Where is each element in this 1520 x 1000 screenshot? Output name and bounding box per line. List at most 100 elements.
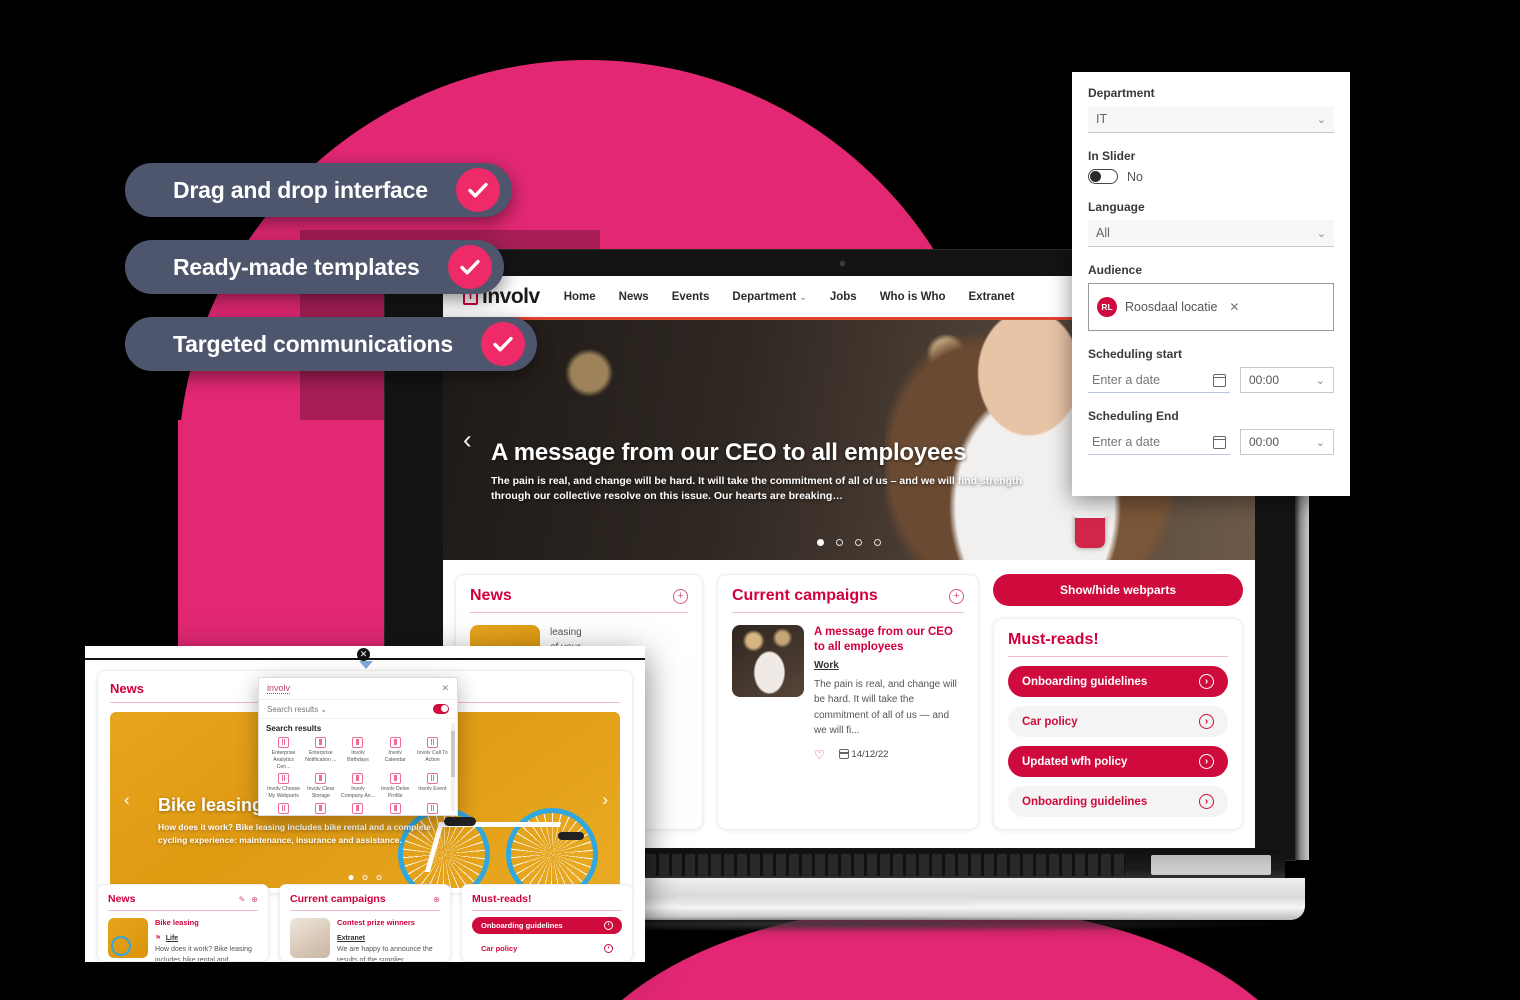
- news-item-line-1: leasing: [550, 627, 582, 638]
- search-result-item[interactable]: Involv Choose My Webparts: [266, 773, 301, 800]
- hero-subtitle: The pain is real, and change will be har…: [491, 474, 1022, 502]
- mustread-item-label: Onboarding guidelines: [1022, 795, 1148, 808]
- webpart-icon: [315, 773, 327, 785]
- calendar-icon[interactable]: [1213, 373, 1226, 387]
- in-slider-toggle[interactable]: [1088, 169, 1118, 184]
- search-results-scrollbar[interactable]: [451, 723, 455, 811]
- plus-circle-icon[interactable]: +: [673, 588, 688, 604]
- chevron-right-circle-icon: ›: [1199, 714, 1214, 729]
- editor-banner-dot-3[interactable]: [376, 875, 382, 880]
- strip-campaign-item[interactable]: Contest prize winners Extranet We are ha…: [290, 918, 440, 961]
- search-input-row[interactable]: involv ✕: [259, 678, 457, 700]
- screenshot-stage: i involv Home News Events Department ⌄ Jo…: [0, 0, 1520, 1000]
- search-scope-dropdown[interactable]: Search results ⌄: [267, 705, 327, 714]
- plus-circle-icon[interactable]: ⊕: [433, 895, 440, 904]
- search-result-item[interactable]: Involv Company An...: [340, 773, 375, 800]
- search-result-item[interactable]: Involv Events: [303, 802, 338, 815]
- campaign-item-tag[interactable]: Work: [814, 660, 839, 671]
- search-result-item[interactable]: Involv Calendar: [378, 737, 413, 770]
- mustreads-webpart: Must-reads! Onboarding guidelines › Car …: [993, 618, 1243, 830]
- campaign-item-body-text: The pain is real, and change will be har…: [814, 678, 957, 737]
- scheduling-start-label: Scheduling start: [1088, 347, 1183, 361]
- scheduling-end-time-select[interactable]: 00:00 ⌄: [1240, 429, 1334, 455]
- news-webpart-header: News +: [470, 587, 688, 613]
- strip-news-actions: ✎ ⊕: [239, 895, 258, 904]
- nav-item-news[interactable]: News: [619, 291, 649, 303]
- strip-mustread-item[interactable]: Car policy ›: [472, 940, 622, 957]
- search-results-title: Search results: [266, 724, 322, 733]
- campaign-item[interactable]: A message from our CEO to all employees …: [732, 625, 964, 762]
- audience-picker[interactable]: RL Roosdaal locatie ✕: [1088, 283, 1334, 331]
- language-value: All: [1096, 226, 1110, 240]
- search-result-item[interactable]: Enterprise Notification ...: [303, 737, 338, 770]
- nav-item-home[interactable]: Home: [564, 291, 596, 303]
- search-result-item[interactable]: Involv Follow Sites: [378, 802, 413, 815]
- search-result-item[interactable]: Involv Delve Profile: [378, 773, 413, 800]
- search-input[interactable]: involv: [267, 683, 291, 694]
- search-result-item[interactable]: Involv Event Registration: [266, 802, 301, 815]
- audience-chip-name: Roosdaal locatie: [1125, 300, 1218, 314]
- search-result-item[interactable]: Involv Follow and Sites: [415, 802, 450, 815]
- strip-news-item-tag[interactable]: Life: [166, 935, 178, 942]
- check-icon: [455, 168, 500, 212]
- view-toggle-icon[interactable]: [433, 704, 449, 714]
- search-result-item[interactable]: Involv Birthdays: [340, 737, 375, 770]
- nav-item-department[interactable]: Department ⌄: [732, 291, 806, 303]
- webpart-icon: [352, 802, 364, 814]
- webpart-icon: [352, 773, 364, 785]
- close-icon[interactable]: ✕: [441, 683, 449, 694]
- nav-item-who-is-who[interactable]: Who is Who: [880, 291, 946, 303]
- hero-prev-arrow[interactable]: ‹: [463, 425, 472, 456]
- hero-dot-2[interactable]: [836, 539, 843, 546]
- campaign-item-thumbnail: [732, 625, 804, 697]
- hero-dot-1[interactable]: [817, 539, 824, 546]
- mustread-item[interactable]: Car policy ›: [1008, 706, 1228, 737]
- search-result-item[interactable]: Enterprise Analytics Cen...: [266, 737, 301, 770]
- search-result-item[interactable]: Involv Call To Action: [415, 737, 450, 770]
- mustread-item[interactable]: Updated wfh policy ›: [1008, 746, 1228, 777]
- plus-circle-icon[interactable]: ⊕: [251, 895, 258, 904]
- webpart-icon: [352, 737, 364, 748]
- strip-mustread-item[interactable]: Onboarding guidelines ›: [472, 917, 622, 934]
- mustread-item-label: Onboarding guidelines: [1022, 675, 1148, 688]
- show-hide-webparts-button[interactable]: Show/hide webparts: [993, 574, 1243, 606]
- editor-banner-next-arrow[interactable]: ›: [602, 790, 608, 810]
- department-select[interactable]: IT ⌄: [1088, 106, 1334, 133]
- mustread-item[interactable]: Onboarding guidelines ›: [1008, 786, 1228, 817]
- in-slider-toggle-row: No: [1088, 169, 1334, 184]
- strip-news-thumbnail: [108, 918, 148, 958]
- nav-item-jobs[interactable]: Jobs: [830, 291, 857, 303]
- hero-text-block: A message from our CEO to all employees …: [491, 439, 1051, 504]
- scheduling-end-date-input[interactable]: Enter a date: [1088, 431, 1230, 455]
- editor-banner-prev-arrow[interactable]: ‹: [124, 790, 130, 810]
- editor-banner-dot-2[interactable]: [362, 875, 368, 880]
- strip-campaign-item-tag[interactable]: Extranet: [337, 935, 365, 942]
- scheduling-start-field: Scheduling start Enter a date 00:00 ⌄: [1088, 347, 1334, 393]
- scheduling-start-time-select[interactable]: 00:00 ⌄: [1240, 367, 1334, 393]
- search-result-item[interactable]: Involv FAQ: [340, 802, 375, 815]
- nav-item-events[interactable]: Events: [672, 291, 710, 303]
- campaign-item-headline: A message from our CEO to all employees: [814, 626, 953, 653]
- editor-banner-dot-1[interactable]: [348, 875, 354, 880]
- scheduling-start-date-input[interactable]: Enter a date: [1088, 369, 1230, 393]
- webpart-icon: [389, 802, 401, 814]
- search-result-item[interactable]: Involv Event: [415, 773, 450, 800]
- nav-item-extranet[interactable]: Extranet: [969, 291, 1015, 303]
- plus-circle-icon[interactable]: +: [949, 588, 964, 604]
- search-result-item[interactable]: Involv Clear Storage: [303, 773, 338, 800]
- scheduling-end-label: Scheduling End: [1088, 409, 1179, 423]
- hero-dot-3[interactable]: [855, 539, 862, 546]
- close-icon[interactable]: ✕: [1229, 300, 1239, 314]
- language-select[interactable]: All ⌄: [1088, 220, 1334, 247]
- campaigns-webpart-title: Current campaigns: [732, 587, 878, 604]
- hero-dot-4[interactable]: [874, 539, 881, 546]
- chevron-down-icon: ⌄: [1316, 113, 1326, 126]
- mustreads-title: Must-reads!: [1008, 631, 1099, 648]
- audience-chip-avatar: RL: [1097, 297, 1117, 317]
- heart-icon[interactable]: ♡: [814, 748, 825, 762]
- in-slider-label: In Slider: [1088, 149, 1136, 163]
- edit-page-icon[interactable]: ✎: [239, 895, 246, 904]
- strip-news-item[interactable]: Bike leasing ⚑ Life How does it work? Bi…: [108, 918, 258, 961]
- mustread-item[interactable]: Onboarding guidelines ›: [1008, 666, 1228, 697]
- calendar-icon[interactable]: [1213, 435, 1226, 449]
